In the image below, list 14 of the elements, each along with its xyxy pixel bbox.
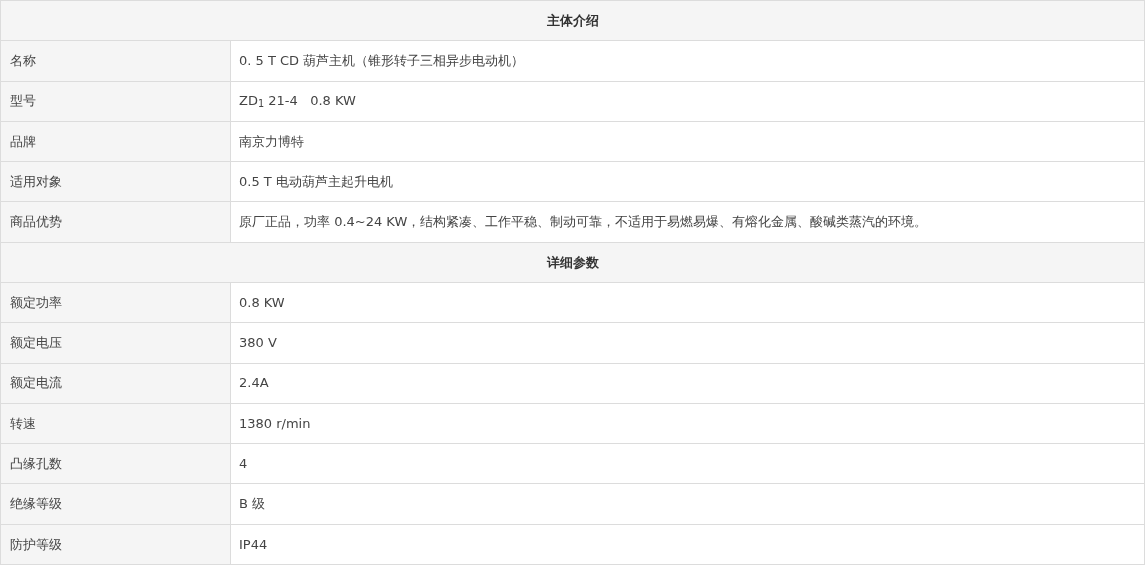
label-cell: 额定电流	[1, 363, 231, 403]
label-cell: 名称	[1, 41, 231, 81]
label-cell: 适用对象	[1, 162, 231, 202]
label-cell: 凸缘孔数	[1, 444, 231, 484]
label-cell: 额定功率	[1, 282, 231, 323]
label-cell: 商品优势	[1, 202, 231, 242]
label-cell: 防护等级	[1, 524, 231, 564]
label-cell: 型号	[1, 81, 231, 121]
section-title: 详细参数	[546, 253, 599, 272]
section-title: 主体介绍	[546, 11, 599, 30]
label-cell: 额定电压	[1, 323, 231, 363]
label-cell: 绝缘等级	[1, 484, 231, 524]
label-cell: 转速	[1, 403, 231, 444]
label-cell: 品牌	[1, 121, 231, 162]
